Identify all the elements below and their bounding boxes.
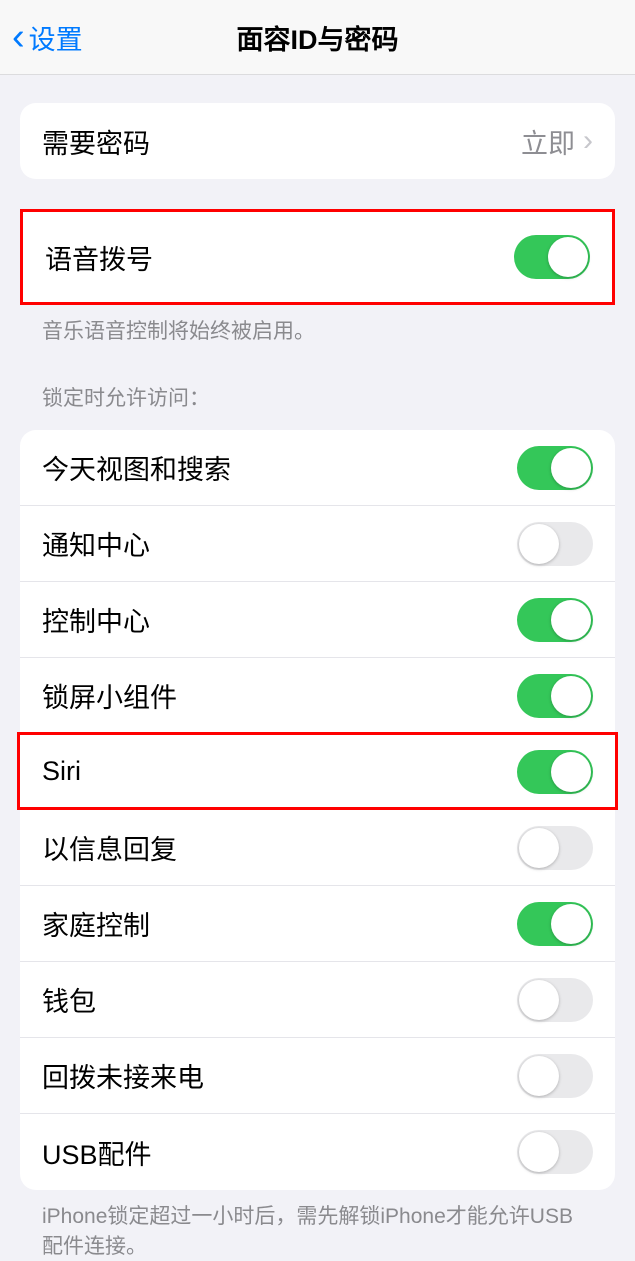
lock-access-toggle[interactable]	[517, 1130, 593, 1174]
lock-access-row: 钱包	[20, 962, 615, 1038]
voice-dial-group: 语音拨号	[20, 209, 615, 305]
toggle-knob	[551, 752, 591, 792]
voice-dial-footer: 音乐语音控制将始终被启用。	[20, 305, 615, 346]
lock-access-label: 以信息回复	[42, 828, 177, 867]
lock-access-footer: iPhone锁定超过一小时后，需先解锁iPhone才能允许USB配件连接。	[20, 1190, 615, 1261]
lock-access-label: 钱包	[42, 980, 96, 1019]
back-label: 设置	[29, 18, 83, 57]
lock-access-toggle[interactable]	[517, 446, 593, 490]
toggle-knob	[551, 448, 591, 488]
toggle-knob	[519, 980, 559, 1020]
lock-access-toggle[interactable]	[517, 978, 593, 1022]
voice-dial-row: 语音拨号	[23, 212, 612, 302]
lock-access-label: 通知中心	[42, 524, 150, 563]
lock-access-row: Siri	[20, 734, 615, 810]
toggle-knob	[519, 1056, 559, 1096]
require-passcode-row[interactable]: 需要密码 立即 ›	[20, 103, 615, 179]
lock-access-toggle[interactable]	[517, 826, 593, 870]
lock-access-row: 今天视图和搜索	[20, 430, 615, 506]
lock-access-label: 今天视图和搜索	[42, 448, 231, 487]
back-button[interactable]: ‹ 设置	[0, 18, 83, 57]
lock-access-toggle[interactable]	[517, 522, 593, 566]
passcode-group: 需要密码 立即 ›	[20, 103, 615, 179]
lock-access-row: 通知中心	[20, 506, 615, 582]
toggle-knob	[519, 828, 559, 868]
lock-access-toggle[interactable]	[517, 1054, 593, 1098]
toggle-knob	[551, 600, 591, 640]
lock-access-label: 家庭控制	[42, 904, 150, 943]
lock-access-label: 锁屏小组件	[42, 676, 177, 715]
voice-dial-label: 语音拨号	[45, 238, 153, 277]
toggle-knob	[519, 1132, 559, 1172]
lock-access-toggle[interactable]	[517, 598, 593, 642]
toggle-knob	[519, 524, 559, 564]
page-title: 面容ID与密码	[0, 18, 635, 57]
lock-access-header: 锁定时允许访问：	[20, 346, 615, 420]
toggle-knob	[551, 676, 591, 716]
lock-access-label: USB配件	[42, 1133, 152, 1172]
lock-access-label: Siri	[42, 756, 81, 787]
lock-access-toggle[interactable]	[517, 902, 593, 946]
nav-header: ‹ 设置 面容ID与密码	[0, 0, 635, 75]
chevron-left-icon: ‹	[12, 18, 25, 56]
lock-access-row: 回拨未接来电	[20, 1038, 615, 1114]
chevron-right-icon: ›	[583, 124, 593, 158]
require-passcode-value: 立即 ›	[521, 122, 593, 161]
lock-access-row: 家庭控制	[20, 886, 615, 962]
voice-dial-toggle[interactable]	[514, 235, 590, 279]
toggle-knob	[551, 904, 591, 944]
lock-access-toggle[interactable]	[517, 750, 593, 794]
lock-access-row: 以信息回复	[20, 810, 615, 886]
lock-access-row: 锁屏小组件	[20, 658, 615, 734]
lock-access-row: USB配件	[20, 1114, 615, 1190]
toggle-knob	[548, 237, 588, 277]
require-passcode-label: 需要密码	[42, 122, 150, 161]
lock-access-group: 今天视图和搜索通知中心控制中心锁屏小组件 Siri 以信息回复家庭控制钱包回拨未接来…	[20, 430, 615, 1190]
lock-access-toggle[interactable]	[517, 674, 593, 718]
lock-access-label: 回拨未接来电	[42, 1056, 204, 1095]
lock-access-label: 控制中心	[42, 600, 150, 639]
lock-access-row: 控制中心	[20, 582, 615, 658]
